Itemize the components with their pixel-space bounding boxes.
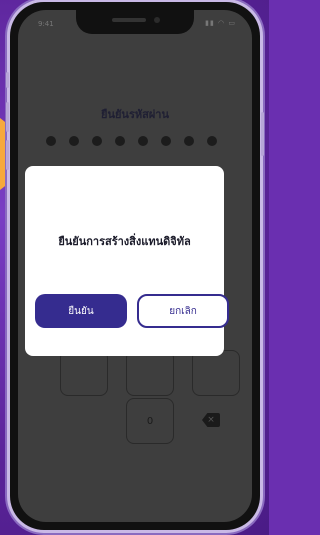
confirm-button[interactable]: ยืนยัน [35, 294, 127, 328]
pin-screen-title: ยืนยันรหัสผ่าน [101, 108, 169, 121]
mute-switch [6, 72, 9, 88]
pin-dot [115, 136, 125, 146]
power-button [261, 112, 264, 156]
backspace-icon[interactable]: × [202, 413, 220, 427]
cancel-button[interactable]: ยกเลิก [137, 294, 229, 328]
pin-dot [92, 136, 102, 146]
keypad-key[interactable] [192, 350, 240, 396]
keypad-key-0[interactable]: 0 [126, 398, 174, 444]
pin-dot [207, 136, 217, 146]
status-time: 9:41 [38, 20, 54, 28]
notch [76, 10, 194, 34]
volume-up-button [6, 102, 9, 132]
status-icons: ▮▮ ◠ ▭ [205, 19, 236, 27]
keypad-key[interactable] [60, 350, 108, 396]
volume-down-button [6, 140, 9, 170]
pin-dot [161, 136, 171, 146]
pin-dot [138, 136, 148, 146]
front-camera [154, 17, 160, 23]
speaker [112, 18, 146, 22]
pin-dots [46, 136, 217, 146]
keypad-key[interactable] [126, 350, 174, 396]
dialog-message: ยืนยันการสร้างสิ่งแทนดิจิทัล [58, 235, 191, 248]
pin-dot [46, 136, 56, 146]
confirm-dialog: ยืนยันการสร้างสิ่งแทนดิจิทัล ยืนยัน ยกเล… [25, 166, 229, 356]
pin-dot [69, 136, 79, 146]
pin-dot [184, 136, 194, 146]
